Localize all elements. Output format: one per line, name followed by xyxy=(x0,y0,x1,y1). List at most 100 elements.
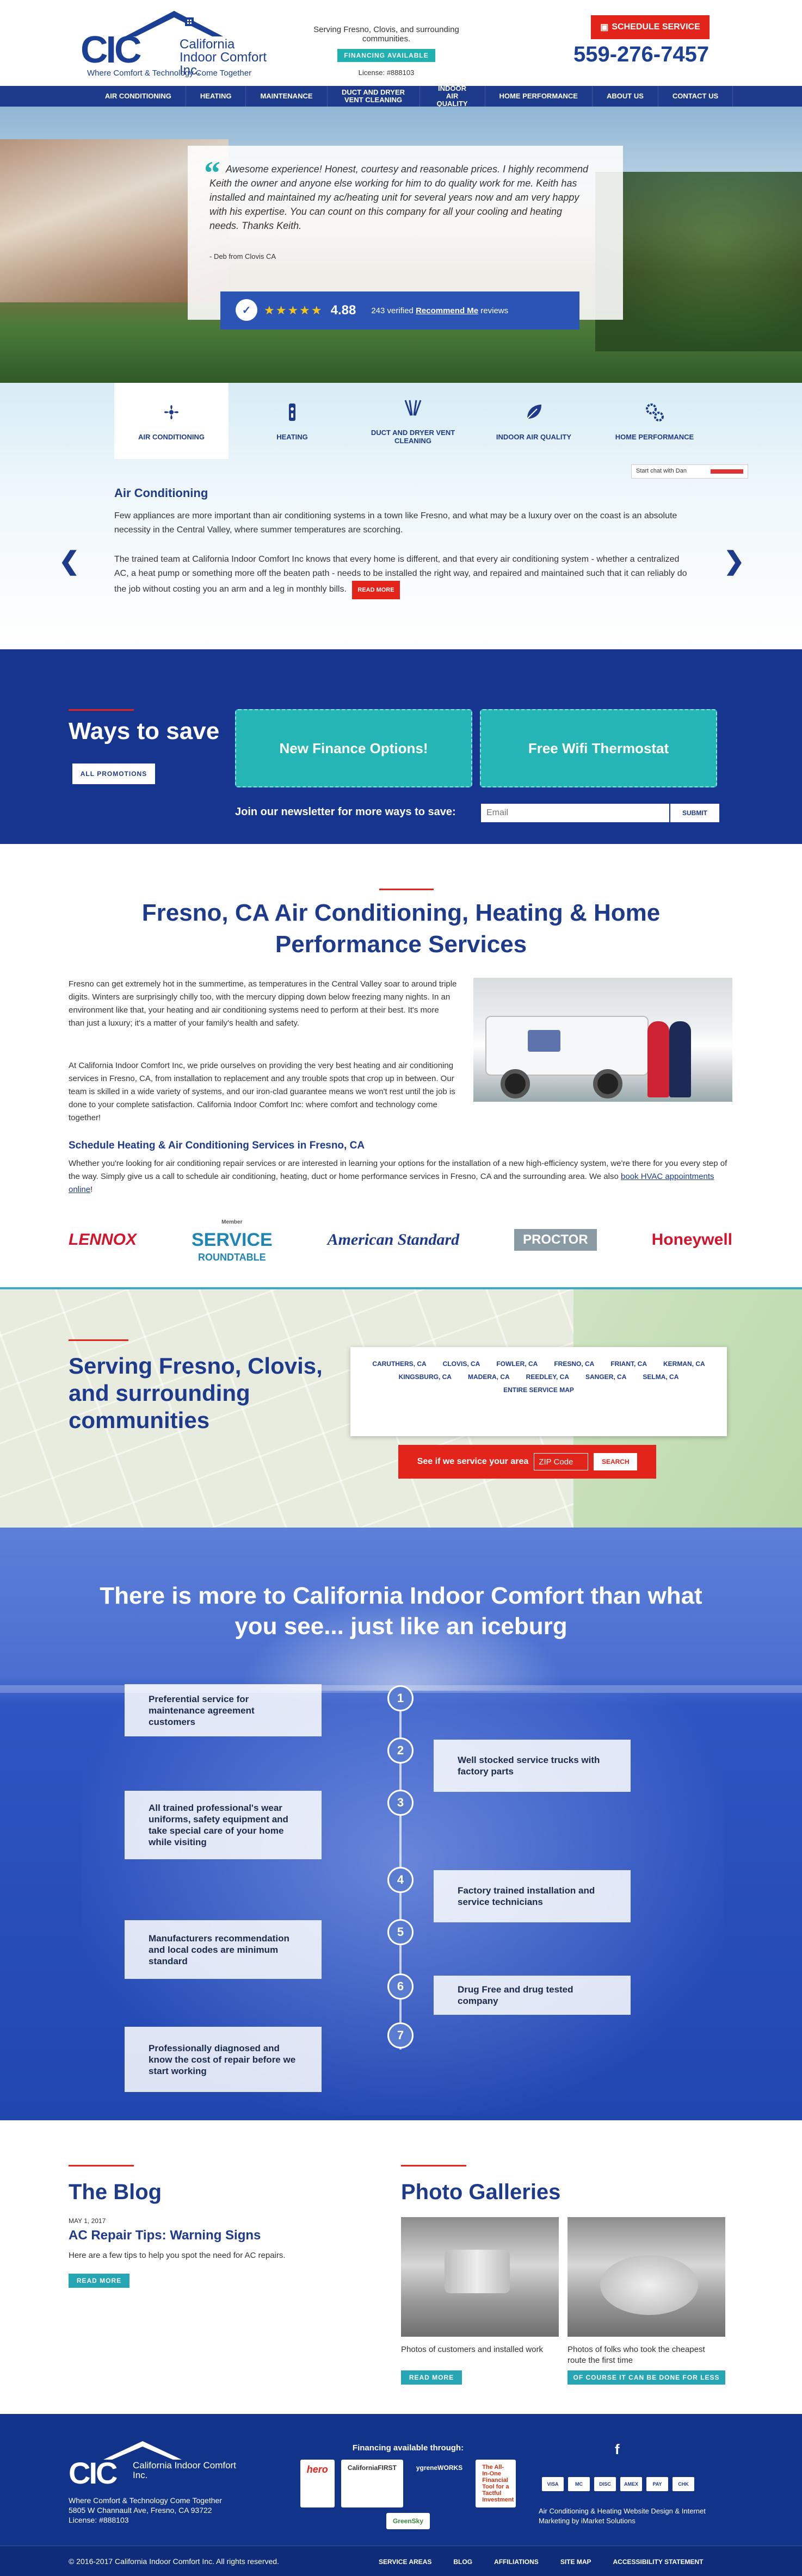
financing-title: Financing available through: xyxy=(352,2443,464,2453)
newsletter-submit-button[interactable]: SUBMIT xyxy=(669,804,719,822)
phone-number[interactable]: 559-276-7457 xyxy=(573,42,709,67)
facebook-icon[interactable]: f xyxy=(615,2441,620,2458)
ygrene-logo[interactable]: ygreneWORKS xyxy=(410,2460,469,2507)
recommend-me-link[interactable]: Recommend Me xyxy=(416,306,478,315)
visa-icon: VISA xyxy=(542,2477,564,2491)
fact-number: 7 xyxy=(387,2022,414,2049)
city-link[interactable]: CARUTHERS, CA xyxy=(372,1360,426,1368)
tab-label: AIR CONDITIONING xyxy=(138,432,205,441)
schedule-heading: Schedule Heating & Air Conditioning Serv… xyxy=(69,1140,365,1151)
service-roundtable-logo: Member SERVICE ROUNDTABLE xyxy=(192,1214,273,1266)
footer-link-accessibility[interactable]: ACCESSIBILITY STATEMENT xyxy=(613,2558,703,2566)
footer-link-site-map[interactable]: SITE MAP xyxy=(560,2558,591,2566)
content-paragraph-3-end: ! xyxy=(90,1185,93,1194)
blog-title: The Blog xyxy=(69,2180,162,2204)
city-link[interactable]: REEDLEY, CA xyxy=(526,1373,569,1381)
gallery-done-for-less-button[interactable]: OF COURSE IT CAN BE DONE FOR LESS xyxy=(567,2370,725,2385)
city-link[interactable]: FRIANT, CA xyxy=(610,1360,647,1368)
gallery-photo-cheap[interactable] xyxy=(567,2217,725,2337)
schedule-service-button[interactable]: ▣ SCHEDULE SERVICE xyxy=(591,15,710,39)
zip-search-button[interactable]: SEARCH xyxy=(594,1453,638,1470)
fact-card: Drug Free and drug tested company xyxy=(434,1976,631,2015)
src-member-text: Member xyxy=(221,1219,243,1225)
tab-indoor-air-quality[interactable]: INDOOR AIR QUALITY xyxy=(477,383,591,459)
hero-financing-logo[interactable]: hero xyxy=(300,2460,335,2507)
duct-image xyxy=(445,2250,510,2293)
californiafirst-logo[interactable]: CaliforniaFIRST xyxy=(341,2460,403,2507)
header-info: Serving Fresno, Clovis, and surrounding … xyxy=(305,25,468,77)
fact-card: Manufacturers recommendation and local c… xyxy=(125,1920,322,1979)
tab-air-conditioning[interactable]: AIR CONDITIONING xyxy=(114,383,229,459)
leaf-icon xyxy=(527,404,541,419)
gallery-photo-installed[interactable] xyxy=(401,2217,559,2337)
city-link[interactable]: SANGER, CA xyxy=(585,1373,626,1381)
services-section: AIR CONDITIONING HEATING DUCT AND DRYER … xyxy=(0,383,802,649)
city-link[interactable]: FOWLER, CA xyxy=(496,1360,538,1368)
chat-widget[interactable]: Start chat with Dan xyxy=(631,464,748,479)
nav-maintenance[interactable]: MAINTENANCE xyxy=(246,86,328,107)
review-count-suffix: reviews xyxy=(480,306,509,315)
city-link[interactable]: KINGSBURG, CA xyxy=(399,1373,452,1381)
testimonial-text: Awesome experience! Honest, courtesy and… xyxy=(209,164,589,231)
nav-heating[interactable]: HEATING xyxy=(186,86,246,107)
van-wheel xyxy=(501,1069,530,1098)
financing-badge[interactable]: FINANCING AVAILABLE xyxy=(337,49,435,62)
american-standard-logo: American Standard xyxy=(327,1231,460,1249)
post-title-link[interactable]: AC Repair Tips: Warning Signs xyxy=(69,2228,261,2243)
nav-indoor-air-quality[interactable]: INDOOR AIR QUALITY xyxy=(420,85,485,108)
content-paragraph-3: Whether you're looking for air condition… xyxy=(69,1157,732,1196)
tab-label: INDOOR AIR QUALITY xyxy=(496,432,572,441)
tab-home-performance[interactable]: HOME PERFORMANCE xyxy=(597,383,712,459)
footer-links: SERVICE AREAS BLOG AFFILIATIONS SITE MAP… xyxy=(379,2558,704,2566)
amex-icon: AMEX xyxy=(620,2477,642,2491)
zip-code-input[interactable] xyxy=(534,1453,589,1470)
carousel-next-button[interactable]: ❯ xyxy=(724,546,745,575)
greensky-logo[interactable]: GreenSky xyxy=(386,2513,430,2529)
newsletter-email-input[interactable] xyxy=(481,804,669,822)
pace-logo[interactable]: The All-In-One Financial Tool for a Tact… xyxy=(476,2460,516,2507)
site-header: CIC California Indoor Comfort Inc. Where… xyxy=(0,0,802,86)
footer-link-affiliations[interactable]: AFFILIATIONS xyxy=(494,2558,539,2566)
post-date: MAY 1, 2017 xyxy=(69,2217,106,2225)
city-link[interactable]: FRESNO, CA xyxy=(554,1360,594,1368)
site-logo[interactable]: CIC California Indoor Comfort Inc. Where… xyxy=(76,4,272,80)
footer-link-blog[interactable]: BLOG xyxy=(453,2558,472,2566)
review-summary-bar[interactable]: ✓ ★★★★★ 4.88 243 verified Recommend Me r… xyxy=(220,291,579,330)
footer-logo[interactable]: CIC California Indoor Comfort Inc. xyxy=(69,2439,243,2493)
section-accent-line xyxy=(379,889,434,890)
city-list: CARUTHERS, CA CLOVIS, CA FOWLER, CA FRES… xyxy=(350,1347,727,1436)
city-link[interactable]: MADERA, CA xyxy=(468,1373,510,1381)
fact-number: 6 xyxy=(387,1973,414,2000)
logo-letters: CIC xyxy=(81,28,142,71)
carousel-prev-button[interactable]: ❮ xyxy=(59,546,80,575)
tab-label: HEATING xyxy=(276,432,308,441)
copyright-text: © 2016-2017 California Indoor Comfort In… xyxy=(69,2557,279,2566)
read-more-button[interactable]: READ MORE xyxy=(352,581,400,599)
tab-label: DUCT AND DRYER VENT CLEANING xyxy=(371,429,455,445)
tab-duct-cleaning[interactable]: DUCT AND DRYER VENT CLEANING xyxy=(356,383,470,459)
all-promotions-button[interactable]: ALL PROMOTIONS xyxy=(72,764,155,784)
nav-about-us[interactable]: ABOUT US xyxy=(593,86,658,107)
promo-wifi-thermostat[interactable]: Free Wifi Thermostat xyxy=(480,709,717,787)
entire-service-map-link[interactable]: ENTIRE SERVICE MAP xyxy=(367,1386,711,1394)
nav-duct-cleaning[interactable]: DUCT AND DRYER VENT CLEANING xyxy=(328,86,420,107)
fact-card: All trained professional's wear uniforms… xyxy=(125,1791,322,1859)
fact-number: 3 xyxy=(387,1790,414,1816)
nav-contact-us[interactable]: CONTACT US xyxy=(658,86,733,107)
website-credit[interactable]: Air Conditioning & Heating Website Desig… xyxy=(539,2506,724,2526)
city-link[interactable]: SELMA, CA xyxy=(643,1373,678,1381)
nav-air-conditioning[interactable]: AIR CONDITIONING xyxy=(91,86,186,107)
section-accent-line xyxy=(401,2165,466,2167)
nav-home-performance[interactable]: HOME PERFORMANCE xyxy=(485,86,593,107)
gallery-read-more-button[interactable]: READ MORE xyxy=(401,2370,462,2385)
hero-testimonial: “ Awesome experience! Honest, courtesy a… xyxy=(0,107,802,383)
tab-heating[interactable]: HEATING xyxy=(235,383,349,459)
footer-link-service-areas[interactable]: SERVICE AREAS xyxy=(379,2558,431,2566)
gallery-title: Photo Galleries xyxy=(401,2180,561,2204)
city-link[interactable]: CLOVIS, CA xyxy=(443,1360,480,1368)
city-link[interactable]: KERMAN, CA xyxy=(663,1360,705,1368)
promo-finance-options[interactable]: New Finance Options! xyxy=(235,709,472,787)
content-paragraph-1: Fresno can get extremely hot in the summ… xyxy=(69,979,457,1028)
blog-read-more-button[interactable]: READ MORE xyxy=(69,2274,129,2288)
fact-number: 4 xyxy=(387,1867,414,1893)
